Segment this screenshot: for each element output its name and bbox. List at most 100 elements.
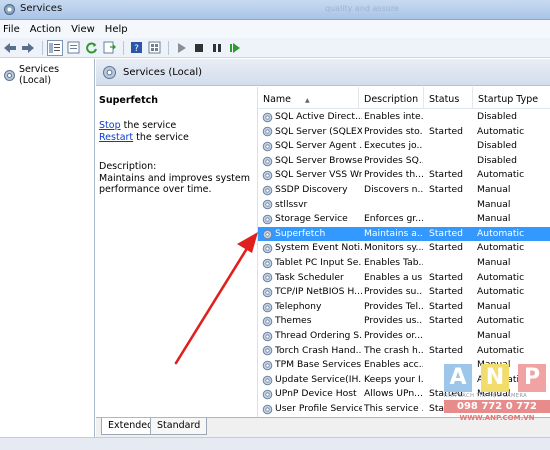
table-row[interactable]: SQL Server (SQLEX...Provides sto... Start… (258, 125, 550, 140)
table-row[interactable]: User Profile ServiceThis service ... Star… (258, 402, 550, 417)
service-gear-icon (262, 404, 273, 415)
help-icon[interactable]: ? (128, 40, 144, 56)
service-name: SSDP Discovery (275, 184, 348, 195)
menu-action[interactable]: Action (30, 24, 61, 35)
cell-description: Provides SQ... (364, 154, 423, 166)
service-name: TCP/IP NetBIOS H... (275, 286, 362, 298)
table-row[interactable]: SQL Server Agent ... Executes jo... Disabl… (258, 139, 550, 154)
service-actions: Stop the service Restart the service (99, 120, 253, 144)
service-name: Superfetch (275, 227, 326, 239)
cell-name: User Profile Service (262, 402, 362, 417)
services-header-title: Services (Local) (123, 66, 203, 78)
restart-service-suffix: the service (133, 132, 189, 143)
export-icon[interactable] (101, 40, 117, 56)
show-hide-tree-icon[interactable] (47, 39, 63, 56)
table-row[interactable]: Themes Provides us... Started Automatic (258, 314, 550, 329)
tree-item-services-local[interactable]: Services (Local) (3, 64, 94, 86)
table-row[interactable]: SQL Active Direct... Enables inte... Disab… (258, 110, 550, 125)
stop-service-link[interactable]: Stop (99, 120, 121, 131)
service-gear-icon (262, 141, 273, 152)
table-row[interactable]: TPM Base Services Enables acc... Manual (258, 358, 550, 373)
cell-status: Started (429, 227, 463, 239)
cell-name: SQL Server Agent ... (262, 139, 362, 154)
cell-startup-type: Automatic (477, 125, 525, 137)
description-text: Maintains and improves system performanc… (99, 172, 250, 196)
service-name: Tablet PC Input Se... (275, 257, 362, 268)
stop-service-suffix: the service (120, 120, 177, 131)
cell-startup-type: Manual (477, 300, 511, 312)
table-row[interactable]: SQL Server VSS Wr... Provides th... Starte… (258, 168, 550, 183)
cell-description: Maintains a... (364, 227, 423, 239)
pause-icon[interactable] (209, 40, 225, 56)
console-tree: Services (Local) (0, 59, 95, 450)
service-gear-icon (262, 389, 273, 400)
service-gear-icon (262, 112, 273, 123)
column-header-name[interactable]: ▲ Name (258, 87, 359, 109)
column-header-status-label: Status (429, 94, 460, 105)
restart-icon[interactable] (227, 40, 243, 56)
view-icon[interactable] (146, 40, 162, 56)
cell-name: Task Scheduler (262, 271, 362, 286)
restart-service-link[interactable]: Restart (99, 132, 133, 143)
cell-status: Started (429, 315, 463, 327)
cell-startup-type: Disabled (477, 154, 517, 166)
cell-description: Provides Tel... (364, 300, 423, 312)
menu-view[interactable]: View (71, 24, 95, 35)
table-row[interactable]: UPnP Device Host Allows UPn... Started Manu… (258, 387, 550, 402)
table-row-selected[interactable]: Superfetch Maintains a... Started Automatic (258, 226, 550, 242)
table-row[interactable]: SSDP Discovery Discovers n... Started Manua… (258, 183, 550, 198)
menu-file[interactable]: File (3, 24, 20, 35)
cell-description: Enables Tab... (364, 257, 423, 268)
table-row[interactable]: Torch Crash Hand... The crash h... Started… (258, 344, 550, 359)
cell-startup-type: Manual (477, 257, 511, 268)
cell-name: Tablet PC Input Se... (262, 256, 362, 271)
tab-standard[interactable]: Standard (150, 418, 208, 435)
cell-status: Started (429, 125, 463, 137)
table-row[interactable]: Task Scheduler Enables a us... Started Auto… (258, 271, 550, 286)
service-name: SQL Server Agent ... (275, 140, 362, 152)
table-row[interactable]: Telephony Provides Tel... Started Manual (258, 300, 550, 315)
properties-icon[interactable] (65, 40, 81, 56)
service-name: Storage Service (275, 213, 348, 225)
tree-item-label: Services (Local) (18, 64, 60, 86)
service-gear-icon (262, 156, 273, 166)
column-header-status[interactable]: Status (424, 87, 473, 109)
services-app-icon (4, 4, 15, 15)
cell-name: SQL Server VSS Wr... (262, 168, 362, 183)
service-name: Telephony (275, 300, 322, 312)
table-row[interactable]: TCP/IP NetBIOS H... Provides su... Started… (258, 285, 550, 300)
forward-icon[interactable] (20, 40, 36, 56)
cell-description: Provides sto... (364, 125, 423, 137)
table-row[interactable]: stllssvr Manual (258, 198, 550, 213)
service-gear-icon (262, 229, 273, 239)
stop-icon[interactable] (191, 40, 207, 56)
service-gear-icon (262, 243, 273, 254)
cell-name: TPM Base Services (262, 358, 362, 373)
refresh-icon[interactable] (83, 40, 99, 56)
cell-description: Provides su... (364, 286, 423, 298)
table-row[interactable]: Thread Ordering S... Provides or... Manual (258, 329, 550, 344)
menu-help[interactable]: Help (105, 24, 128, 35)
cell-status (429, 198, 474, 213)
services-header: Services (Local) (96, 59, 550, 86)
table-row[interactable]: Storage Service Enforces gr... Manual (258, 212, 550, 227)
service-gear-icon (262, 346, 273, 356)
table-row[interactable]: SQL Server Browser Provides SQ... Disabled (258, 154, 550, 169)
service-name: UPnP Device Host (275, 388, 357, 400)
table-row[interactable]: Tablet PC Input Se... Enables Tab... Manua… (258, 256, 550, 271)
svg-text:?: ? (134, 44, 139, 54)
column-header-description[interactable]: Description (359, 87, 424, 109)
cell-startup-type: Manual (477, 388, 511, 400)
back-icon[interactable] (2, 40, 18, 56)
service-name: Torch Crash Hand... (275, 344, 362, 356)
play-icon[interactable] (173, 40, 189, 56)
column-header-startup-type[interactable]: Startup Type (473, 87, 550, 109)
cell-status (429, 373, 474, 388)
cell-status: Started (429, 242, 463, 254)
cell-name: Superfetch (262, 227, 362, 242)
cell-description: Provides us... (364, 315, 423, 327)
table-row[interactable]: System Event Noti... Monitors sy... Starte… (258, 241, 550, 256)
table-row[interactable]: Update Service(IH... Keeps your I... Autom… (258, 373, 550, 388)
cell-startup-type: Manual (477, 184, 511, 195)
service-gear-icon (262, 273, 273, 283)
